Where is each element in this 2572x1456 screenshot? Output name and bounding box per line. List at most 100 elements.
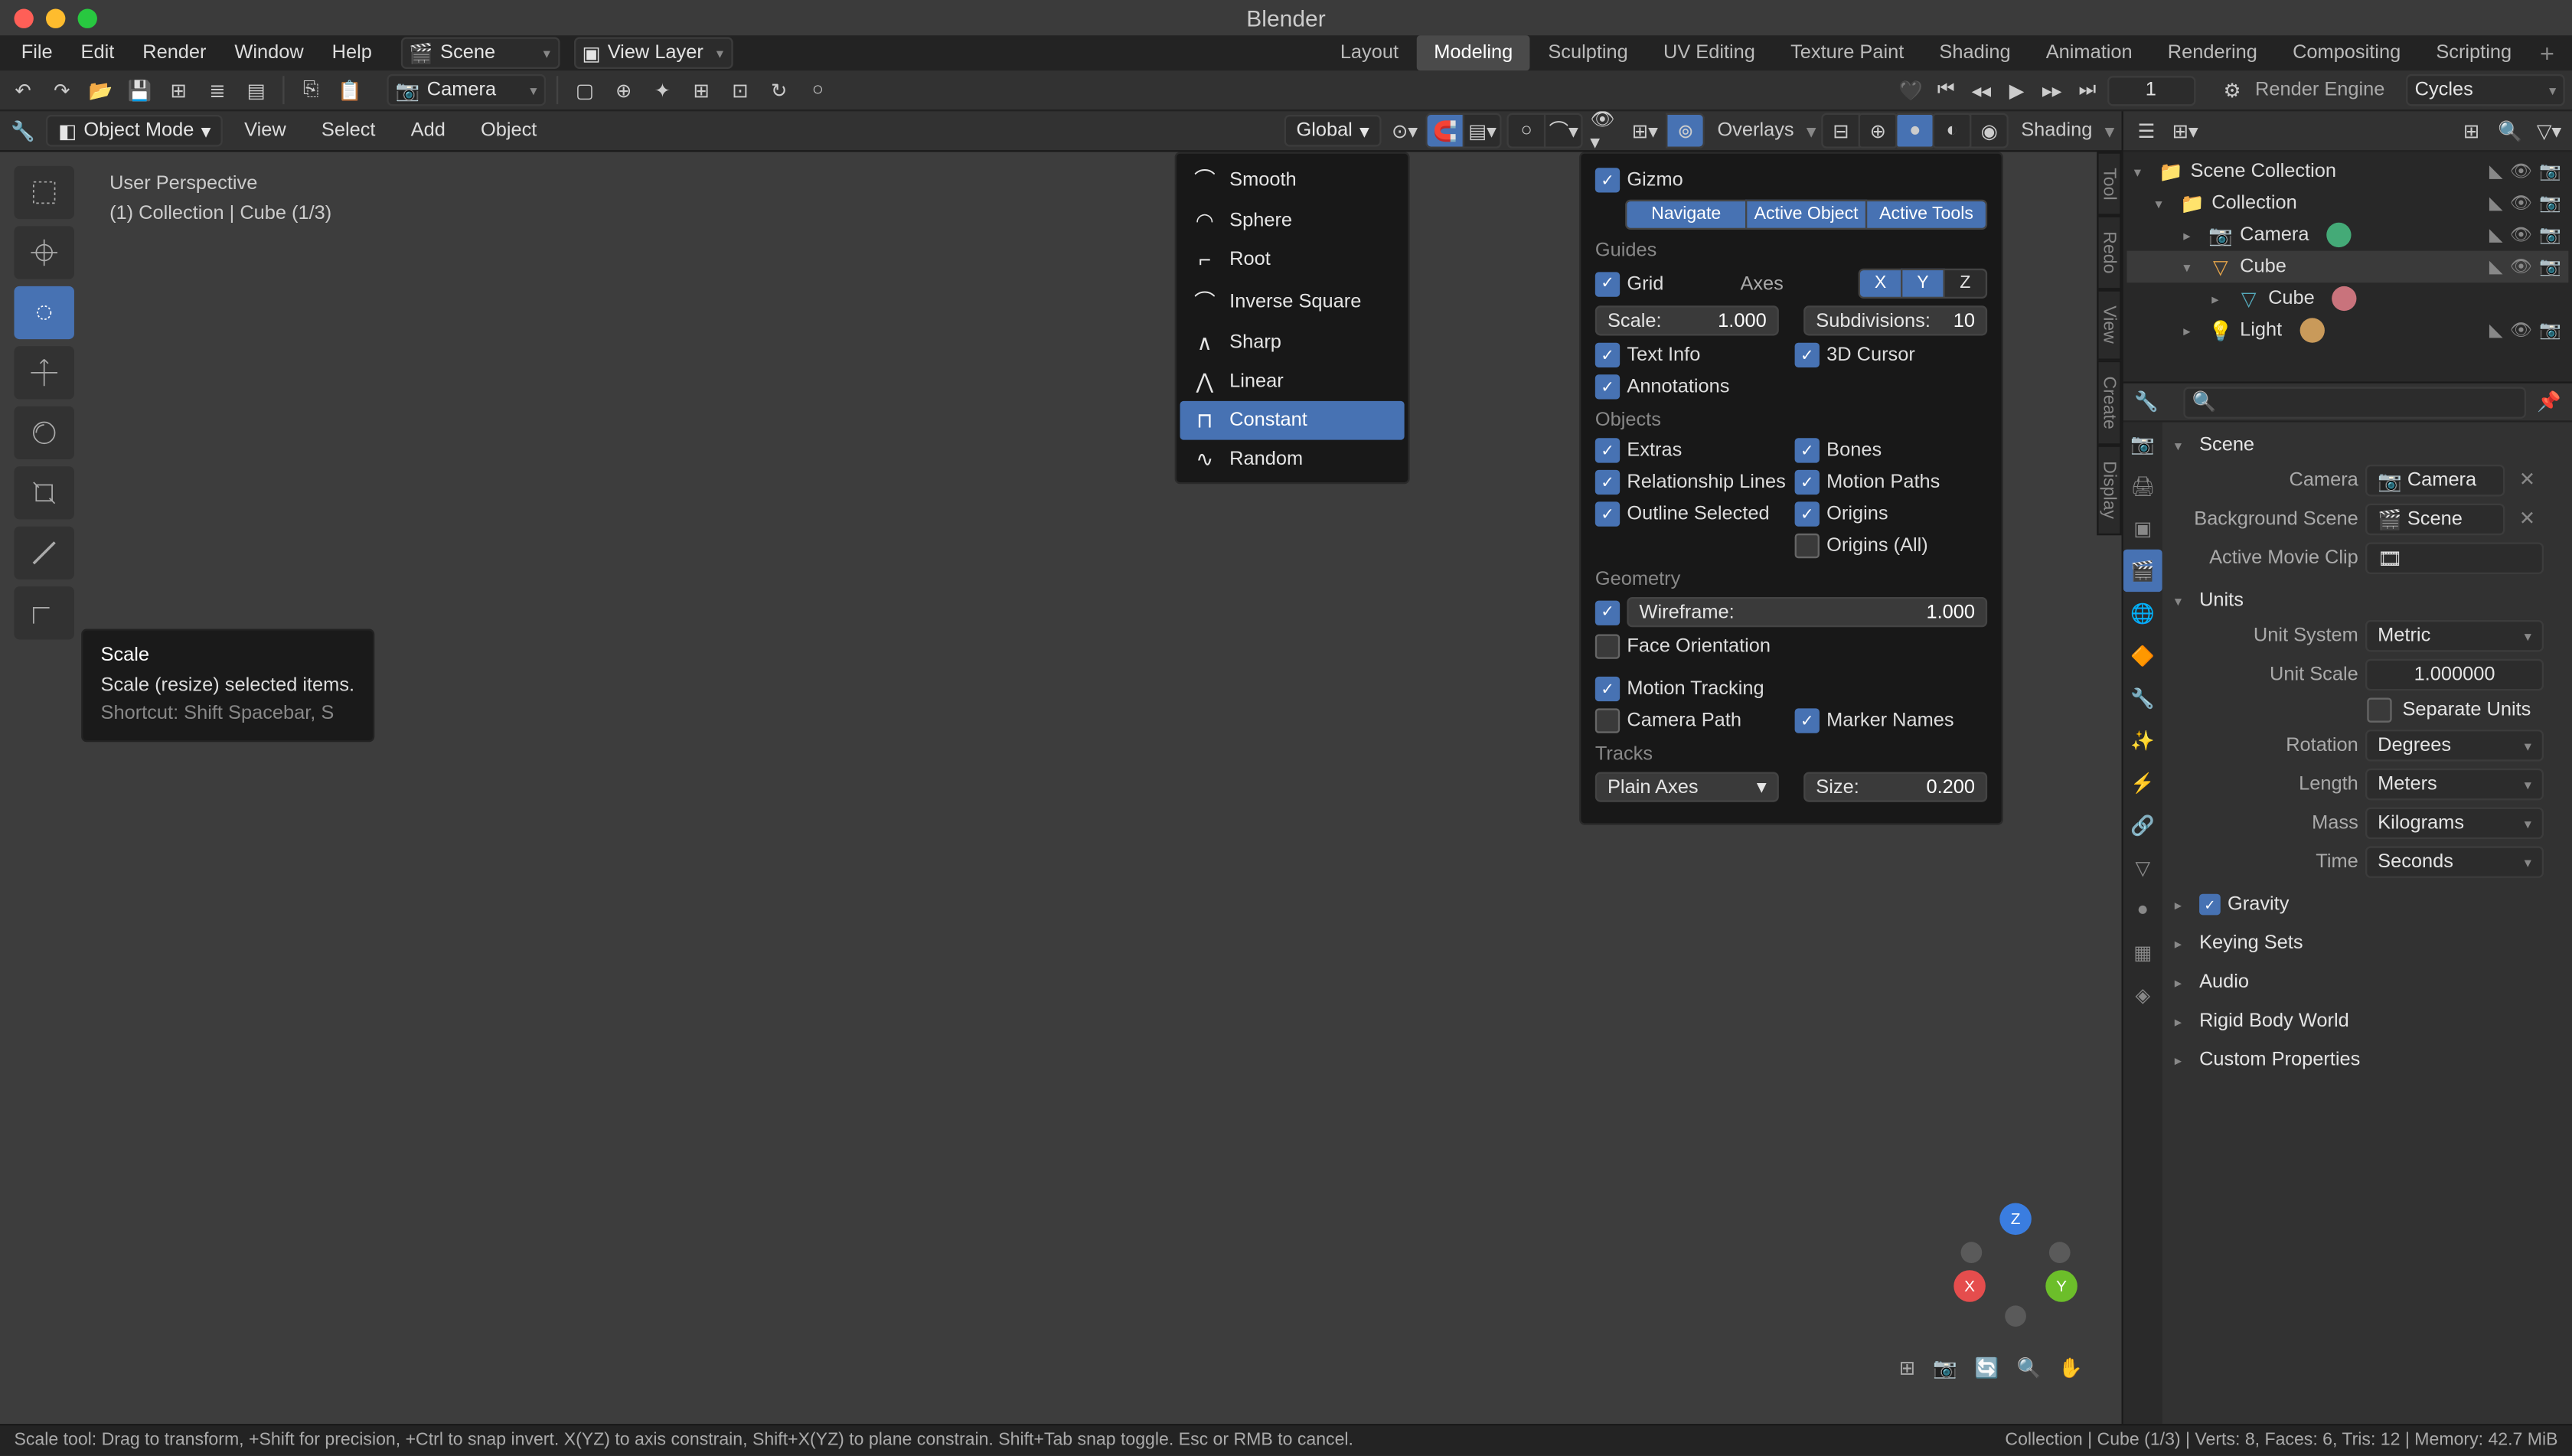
- tab-create[interactable]: Create: [2097, 360, 2121, 445]
- chevron-icon[interactable]: ▸: [2211, 291, 2229, 307]
- tab-render[interactable]: 📷: [2123, 423, 2162, 465]
- save-icon[interactable]: 💾: [124, 74, 156, 106]
- clear-icon[interactable]: ✕: [2519, 507, 2544, 531]
- check-camerapath[interactable]: [1595, 708, 1620, 733]
- input-subdivisions[interactable]: Subdivisions:10: [1803, 305, 1987, 335]
- btn-active-tools[interactable]: Active Tools: [1865, 200, 1987, 230]
- tool-scale[interactable]: [14, 406, 73, 459]
- unit-scale-field[interactable]: 1.000000: [2365, 659, 2544, 691]
- check-faceorient[interactable]: [1595, 634, 1620, 658]
- outliner-item-cube-data[interactable]: ▸ ▽ Cube: [2126, 282, 2568, 315]
- workspace-modeling[interactable]: Modeling: [1416, 35, 1530, 70]
- axis-x-icon[interactable]: X: [1953, 1270, 1986, 1302]
- zoom-icon[interactable]: 🔄: [1975, 1356, 1999, 1379]
- keyframe-prev-icon[interactable]: ◂◂: [1966, 74, 1998, 106]
- chevron-down-icon[interactable]: ▾: [2134, 163, 2152, 179]
- tab-redo[interactable]: Redo: [2097, 216, 2121, 290]
- check-origins[interactable]: ✓: [1795, 501, 1820, 526]
- eye-icon[interactable]: 👁: [2510, 321, 2532, 340]
- rotation-field[interactable]: Degrees▾: [2365, 730, 2544, 762]
- overlays-toggle[interactable]: ⊚: [1666, 113, 1705, 149]
- tab-tool[interactable]: Tool: [2097, 152, 2121, 216]
- panel-keying[interactable]: ▸Keying Sets: [2169, 928, 2565, 960]
- tool-move[interactable]: [14, 286, 73, 339]
- chevron-down-icon[interactable]: ▾: [2183, 259, 2201, 275]
- render-vis-icon[interactable]: 📷: [2539, 225, 2561, 244]
- copy-icon[interactable]: ⎘: [295, 74, 327, 106]
- tb-icon-1[interactable]: ▢: [569, 74, 601, 106]
- check-gravity[interactable]: ✓: [2199, 894, 2221, 916]
- menu-help[interactable]: Help: [318, 35, 386, 70]
- close-window[interactable]: [14, 8, 33, 27]
- outliner-item-light[interactable]: ▸ 💡 Light ◣👁📷: [2126, 315, 2568, 347]
- scene-selector[interactable]: 🎬 Scene ▾: [400, 37, 560, 69]
- bg-scene-field[interactable]: 🎬 Scene: [2365, 504, 2505, 536]
- falloff-linear[interactable]: ⋀Linear: [1180, 362, 1405, 401]
- btn-navigate[interactable]: Navigate: [1625, 200, 1747, 230]
- orientation-selector[interactable]: Global ▾: [1284, 115, 1382, 147]
- render-vis-icon[interactable]: 📷: [2539, 194, 2561, 213]
- eye-icon[interactable]: 👁: [2510, 257, 2532, 276]
- tool-cursor[interactable]: [14, 226, 73, 279]
- input-scale[interactable]: Scale:1.000: [1595, 305, 1779, 335]
- eye-icon[interactable]: 👁: [2510, 194, 2532, 213]
- tool-select[interactable]: [14, 166, 73, 219]
- outliner-item-cube[interactable]: ▾ ▽ Cube ◣👁📷: [2126, 251, 2568, 283]
- input-wireframe[interactable]: Wireframe:1.000: [1627, 597, 1987, 627]
- eye-icon[interactable]: 👁: [2510, 162, 2532, 181]
- workspace-add[interactable]: +: [2529, 35, 2565, 70]
- tb-icon-6[interactable]: ↻: [763, 74, 795, 106]
- check-relationship[interactable]: ✓: [1595, 470, 1620, 495]
- propedit-toggle[interactable]: ○: [1507, 113, 1546, 149]
- check-bones[interactable]: ✓: [1795, 438, 1820, 462]
- axis-y-icon[interactable]: Y: [2045, 1270, 2078, 1302]
- falloff-invsq[interactable]: ⌒Inverse Square: [1180, 279, 1405, 324]
- falloff-smooth[interactable]: ⌒Smooth: [1180, 157, 1405, 201]
- menu-file[interactable]: File: [7, 35, 67, 70]
- tab-physics[interactable]: ⚡: [2123, 762, 2162, 804]
- render-shaded-icon[interactable]: 🖤: [1895, 74, 1927, 106]
- gizmo-icon[interactable]: ⊞▾: [1629, 115, 1661, 147]
- jump-end-icon[interactable]: ⏭: [2071, 74, 2104, 106]
- menu-render[interactable]: Render: [129, 35, 220, 70]
- workspace-layout[interactable]: Layout: [1323, 35, 1416, 70]
- tool-transform[interactable]: [14, 466, 73, 519]
- check-separate-units[interactable]: [2367, 698, 2391, 723]
- matpreview-shading-icon[interactable]: ◐: [1933, 113, 1972, 149]
- chevron-icon[interactable]: ▸: [2183, 227, 2201, 243]
- view-image-icon[interactable]: ▤: [240, 74, 273, 106]
- tab-view[interactable]: View: [2097, 290, 2121, 360]
- play-icon[interactable]: ▶: [2001, 74, 2033, 106]
- tab-scene[interactable]: 🎬: [2123, 550, 2162, 592]
- tab-extra[interactable]: ◈: [2123, 974, 2162, 1016]
- tool-rotate[interactable]: [14, 346, 73, 399]
- undo-icon[interactable]: ↶: [7, 74, 39, 106]
- tab-object[interactable]: 🔶: [2123, 634, 2162, 676]
- tb-icon-2[interactable]: ⊕: [608, 74, 640, 106]
- chevron-down-icon[interactable]: ▾: [2155, 195, 2172, 211]
- keyframe-next-icon[interactable]: ▸▸: [2036, 74, 2068, 106]
- check-annotations[interactable]: ✓: [1595, 374, 1620, 399]
- render-anim-icon[interactable]: ≣: [201, 74, 233, 106]
- viewlayer-selector[interactable]: ▣ View Layer ▾: [573, 37, 733, 69]
- pivot-icon[interactable]: ⊙▾: [1389, 115, 1421, 147]
- workspace-uvediting[interactable]: UV Editing: [1646, 35, 1773, 70]
- solid-shading-icon[interactable]: ●: [1895, 113, 1934, 149]
- workspace-compositing[interactable]: Compositing: [2275, 35, 2418, 70]
- editor-type-icon[interactable]: 🔧: [2130, 386, 2162, 418]
- length-field[interactable]: Meters▾: [2365, 769, 2544, 801]
- pin-icon[interactable]: 📌: [2533, 386, 2565, 418]
- menu-add[interactable]: Add: [397, 120, 459, 142]
- xray-icon[interactable]: ⊟: [1821, 113, 1860, 149]
- tab-texture[interactable]: ▦: [2123, 931, 2162, 973]
- panel-units[interactable]: ▾Units: [2169, 585, 2565, 617]
- check-markernames[interactable]: ✓: [1795, 708, 1820, 733]
- unit-system-field[interactable]: Metric▾: [2365, 620, 2544, 652]
- snap-toggle[interactable]: 🧲: [1426, 113, 1465, 149]
- tab-particles[interactable]: ✨: [2123, 719, 2162, 761]
- check-origins-all[interactable]: [1795, 534, 1820, 558]
- check-outline[interactable]: ✓: [1595, 501, 1620, 526]
- viewport-3d[interactable]: User Perspective (1) Collection | Cube (…: [0, 152, 2122, 1424]
- minimize-window[interactable]: [46, 8, 65, 27]
- menu-select[interactable]: Select: [307, 120, 389, 142]
